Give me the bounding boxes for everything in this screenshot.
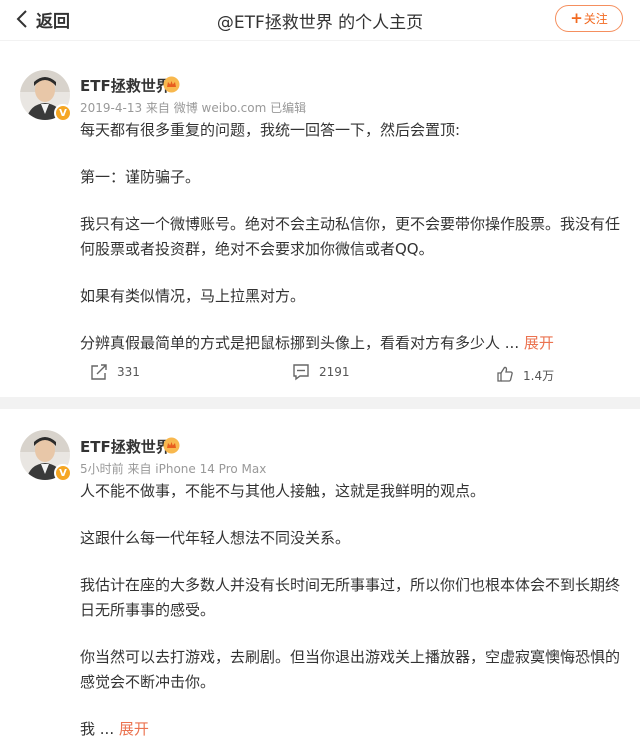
member-crown-icon <box>163 437 180 454</box>
repost-icon <box>91 364 107 380</box>
post-paragraph: 每天都有很多重复的问题，我统一回答一下，然后会置顶: <box>80 121 461 139</box>
like-count: 1.4万 <box>523 369 555 383</box>
post-text: 分辨真假最简单的方式是把鼠标挪到头像上，看看对方有多少人 <box>80 334 501 352</box>
member-crown-icon <box>163 76 180 93</box>
post-divider <box>0 397 640 409</box>
post-paragraph: 你当然可以去打游戏，去刷剧。但当你退出游戏关上播放器，空虚寂寞懊悔恐惧的感觉会不… <box>80 648 621 691</box>
post-username[interactable]: ETF拯救世界 <box>80 436 171 457</box>
expand-link[interactable]: 展开 <box>524 334 554 352</box>
post-body: 人不能不做事，不能不与其他人接触，这就是我鲜明的观点。 这跟什么每一代年轻人想法… <box>80 479 625 742</box>
verified-v-icon: V <box>54 464 72 482</box>
post-paragraph: 我估计在座的大多数人并没有长时间无所事事过，所以你们也根本体会不到长期终日无所事… <box>80 576 621 619</box>
thumbs-up-icon <box>497 366 513 382</box>
post-paragraph: 第一：谨防骗子。 <box>80 168 201 186</box>
expand-link[interactable]: 展开 <box>119 720 149 738</box>
post-paragraph: 人不能不做事，不能不与其他人接触，这就是我鲜明的观点。 <box>80 482 486 500</box>
plus-icon: + <box>570 9 583 27</box>
post-meta: 2019-4-13 来自 微博 weibo.com 已编辑 <box>80 101 307 115</box>
follow-label: 关注 <box>583 12 608 26</box>
ellipsis: ... <box>500 334 524 352</box>
like-button[interactable]: 1.4万 <box>496 363 554 384</box>
avatar[interactable]: V <box>20 430 72 482</box>
post-body: 每天都有很多重复的问题，我统一回答一下，然后会置顶: 第一：谨防骗子。 我只有这… <box>80 118 625 356</box>
avatar[interactable]: V <box>20 70 72 122</box>
comment-count: 2191 <box>319 365 350 379</box>
follow-button[interactable]: + 关注 <box>555 5 623 32</box>
page-title: @ETF拯救世界 的个人主页 <box>216 13 424 33</box>
post-paragraph-truncated: 我 ... 展开 <box>80 717 625 742</box>
post-paragraph: 如果有类似情况，马上拉黑对方。 <box>80 287 306 305</box>
comment-button[interactable]: 2191 <box>292 363 350 381</box>
post-text: 我 <box>80 720 96 738</box>
ellipsis: ... <box>95 720 119 738</box>
post-actions: 331 2191 1.4万 <box>0 363 640 393</box>
comment-icon <box>293 364 309 381</box>
post-paragraph: 这跟什么每一代年轻人想法不同没关系。 <box>80 529 351 547</box>
verified-v-icon: V <box>54 104 72 122</box>
top-bar: 返回 @ETF拯救世界 的个人主页 + 关注 <box>0 0 640 40</box>
post-paragraph: 我只有这一个微博账号。绝对不会主动私信你，更不会要带你操作股票。我没有任何股票或… <box>80 215 621 258</box>
header-divider <box>0 40 640 52</box>
repost-button[interactable]: 331 <box>90 363 140 381</box>
post-paragraph-truncated: 分辨真假最简单的方式是把鼠标挪到头像上，看看对方有多少人 ... 展开 <box>80 331 625 356</box>
post-username[interactable]: ETF拯救世界 <box>80 75 171 96</box>
post-meta: 5小时前 来自 iPhone 14 Pro Max <box>80 462 267 476</box>
repost-count: 331 <box>117 365 140 379</box>
